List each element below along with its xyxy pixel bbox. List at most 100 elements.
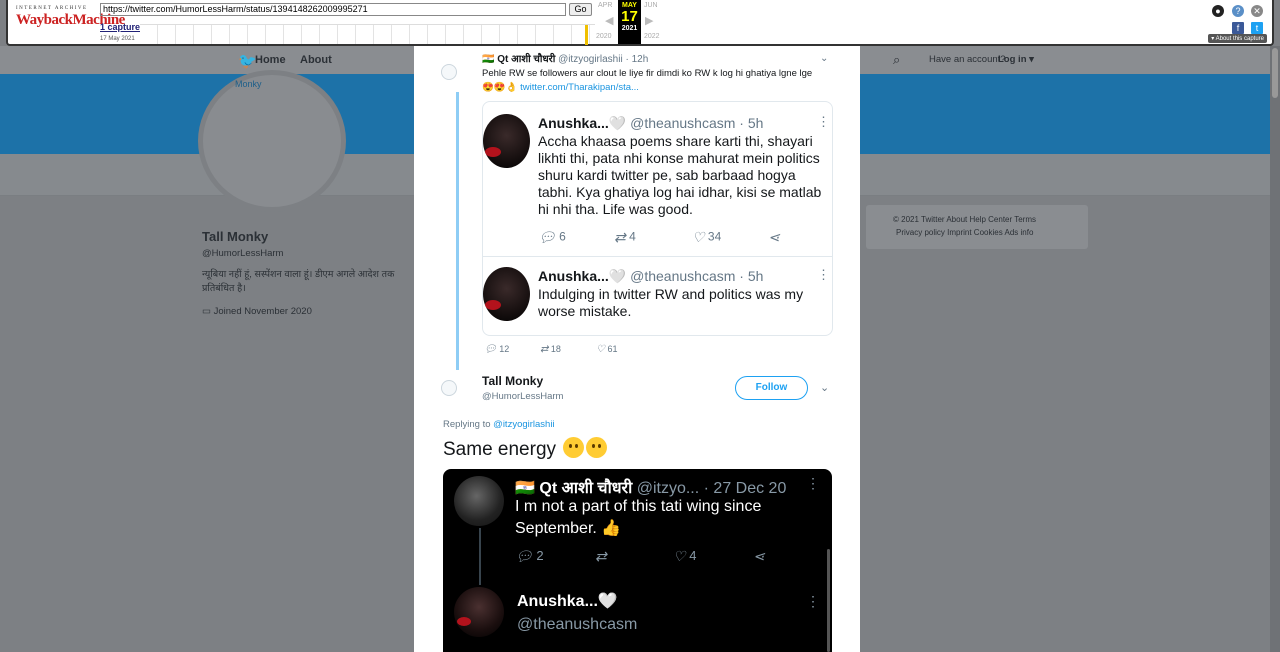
embedded-reply-count: 2 (536, 548, 544, 563)
next-month[interactable]: JUN (644, 2, 658, 9)
reply-time[interactable]: · 5h (739, 115, 763, 131)
embedded-actions: 💬︎ 2 ⇄ ♡ 4 ⋖ (515, 548, 805, 568)
next-year[interactable]: 2022 (644, 33, 660, 40)
share-icon: ⋖ (753, 548, 765, 565)
embedded-author-avatar (454, 476, 504, 526)
wayback-logo[interactable]: INTERNET ARCHIVE WaybackMachine (16, 6, 125, 29)
capture-sparkline[interactable] (140, 24, 595, 45)
quoted-tweet-header: 🇮🇳 Qt आशी चौधरी @itzyogirlashii · 12h (482, 51, 842, 65)
joined-text: Joined November 2020 (213, 306, 312, 317)
profile-avatar[interactable]: Monky (198, 70, 346, 212)
retweet-icon: ⇄ (540, 344, 549, 356)
chevron-down-icon[interactable]: ⌄ (820, 381, 829, 394)
prev-year[interactable]: 2020 (596, 33, 612, 40)
page-scrollbar[interactable] (1270, 46, 1280, 652)
replying-to-handle[interactable]: @itzyogirlashii (493, 419, 554, 430)
india-flag-icon: 🇮🇳 (482, 54, 495, 65)
reply-author-handle[interactable]: @theanushcasm (630, 115, 735, 131)
prev-arrow-icon[interactable]: ◀ (605, 14, 613, 27)
reply-header: Anushka...🤍 @theanushcasm · 5h (538, 268, 763, 285)
user-icon[interactable]: ● (1212, 5, 1224, 17)
main-tweet-author[interactable]: Tall Monky @HumorLessHarm (482, 374, 563, 402)
more-options-icon[interactable]: ⋮ (817, 114, 830, 130)
quoted-author-handle[interactable]: @itzyogirlashii (558, 54, 623, 65)
quoted-tweet-stats: 💬︎ 12 ⇄ 18 ♡ 61 (484, 344, 684, 358)
thread-connector-line (456, 92, 459, 370)
captures-link[interactable]: 1 capture (100, 22, 140, 32)
quoted-retweet-action[interactable]: ⇄ 18 (540, 344, 561, 355)
reply-action[interactable]: 💬︎ 6 (538, 229, 566, 246)
quoted-like-count: 61 (607, 344, 618, 354)
quoted-reply-action[interactable]: 💬︎ 12 (484, 344, 509, 355)
main-author-name[interactable]: Tall Monky (482, 374, 563, 388)
quoted-like-action[interactable]: ♡ 61 (596, 344, 618, 355)
close-icon[interactable]: ✕ (1251, 5, 1263, 17)
nav-home[interactable]: Home (255, 54, 286, 66)
comment-icon: 💬︎ (538, 229, 556, 245)
reply-author-name[interactable]: Anushka...🤍 (538, 268, 626, 284)
scrollbar-thumb[interactable] (1272, 48, 1278, 98)
page: 🐦 Home About ⌕ Have an account? Log in ▾… (0, 0, 1280, 652)
twitter-bird-icon[interactable]: 🐦 (238, 52, 257, 70)
next-arrow-icon[interactable]: ▶ (645, 14, 653, 27)
reply-header: Anushka...🤍 @theanushcasm · 5h (538, 115, 763, 132)
more-options-icon[interactable]: ⋮ (817, 267, 830, 283)
replies-screenshot-card[interactable]: Anushka...🤍 @theanushcasm · 5h ⋮ Accha k… (482, 101, 833, 336)
reply-text: Accha khaasa poems share karti thi, shay… (538, 133, 822, 217)
about-capture-label: About this capture (1215, 36, 1264, 42)
about-capture-button[interactable]: ▾ About this capture (1208, 34, 1267, 43)
reply-author-handle[interactable]: @theanushcasm (630, 268, 735, 284)
help-icon[interactable]: ? (1232, 5, 1244, 17)
reply-author-name[interactable]: Anushka...🤍 (538, 115, 626, 131)
replying-prefix: Replying to (443, 419, 491, 430)
nav-about[interactable]: About (300, 54, 332, 66)
twitter-icon[interactable]: t (1251, 22, 1263, 34)
reply-item[interactable]: Anushka...🤍 @theanushcasm · 5h ⋮ Indulgi… (483, 255, 832, 335)
reply-time[interactable]: · 5h (739, 268, 763, 284)
login-link[interactable]: Log in ▾ (998, 54, 1034, 65)
wayback-url-input[interactable]: https://twitter.com/HumorLessHarm/status… (100, 3, 566, 16)
facebook-icon[interactable]: f (1232, 22, 1244, 34)
twitter-footer: © 2021 Twitter About Help Center Terms P… (866, 205, 1088, 249)
follow-button[interactable]: Follow (735, 376, 808, 400)
capture-date: 17 May 2021 (100, 36, 135, 42)
quoted-tweet[interactable]: 🇮🇳 Qt आशी चौधरी @itzyogirlashii · 12h Pe… (482, 51, 842, 95)
reply-author-avatar[interactable] (483, 114, 530, 168)
capture-marker[interactable] (585, 25, 588, 45)
replying-to: Replying to @itzyogirlashii (443, 419, 555, 430)
main-tweet-text: Same energy (443, 437, 608, 461)
heart-icon: ♡ (692, 229, 705, 245)
wayback-toolbar: INTERNET ARCHIVE WaybackMachine https://… (6, 0, 1274, 46)
comment-icon: 💬︎ (515, 548, 533, 565)
reply-item[interactable]: Anushka...🤍 @theanushcasm · 5h ⋮ Accha k… (483, 102, 832, 256)
quoted-author-avatar[interactable] (441, 64, 457, 80)
retweet-count: 4 (629, 229, 636, 244)
retweet-action[interactable]: ⇄ 4 (614, 229, 636, 246)
footer-line-2[interactable]: Privacy policy Imprint Cookies Ads info (896, 228, 1033, 237)
quoted-author-name[interactable]: Qt आशी चौधरी (497, 54, 555, 65)
quoted-link[interactable]: twitter.com/Tharakipan/sta... (520, 82, 639, 93)
footer-line-1[interactable]: © 2021 Twitter About Help Center Terms (893, 215, 1036, 224)
like-action[interactable]: ♡ 34 (692, 229, 721, 246)
quoted-emojis: 😍😍👌 (482, 82, 518, 93)
india-flag-icon: 🇮🇳 (515, 480, 535, 497)
main-tweet-body: Same energy (443, 439, 557, 460)
search-icon[interactable]: ⌕ (893, 52, 900, 68)
main-author-handle[interactable]: @HumorLessHarm (482, 391, 563, 402)
selected-day: 17 (621, 8, 638, 25)
prev-month[interactable]: APR (598, 2, 612, 9)
main-author-avatar[interactable] (441, 380, 457, 396)
profile-handle[interactable]: @HumorLessHarm (202, 248, 283, 259)
profile-name[interactable]: Tall Monky (202, 229, 268, 244)
quoted-chevron-down-icon[interactable]: ⌄ (820, 53, 828, 64)
retweet-icon: ⇄ (595, 548, 607, 565)
attached-image[interactable]: 🇮🇳 Qt आशी चौधरी @itzyo... · 27 Dec 20 ⋮ … (443, 469, 832, 652)
reply-author-avatar[interactable] (483, 267, 530, 321)
capture-calendar: APR ◀ MAY 17 2021 JUN ▶ 2020 2022 (596, 0, 662, 44)
login-label: Log in (998, 54, 1027, 65)
go-button[interactable]: Go (569, 3, 592, 16)
share-action[interactable]: ⋖ (768, 229, 780, 246)
account-prompt: Have an account? (929, 54, 1006, 65)
quoted-time[interactable]: · 12h (625, 54, 648, 65)
reply-actions: 💬︎ 6 ⇄ 4 ♡ 34 ⋖ (538, 229, 828, 249)
